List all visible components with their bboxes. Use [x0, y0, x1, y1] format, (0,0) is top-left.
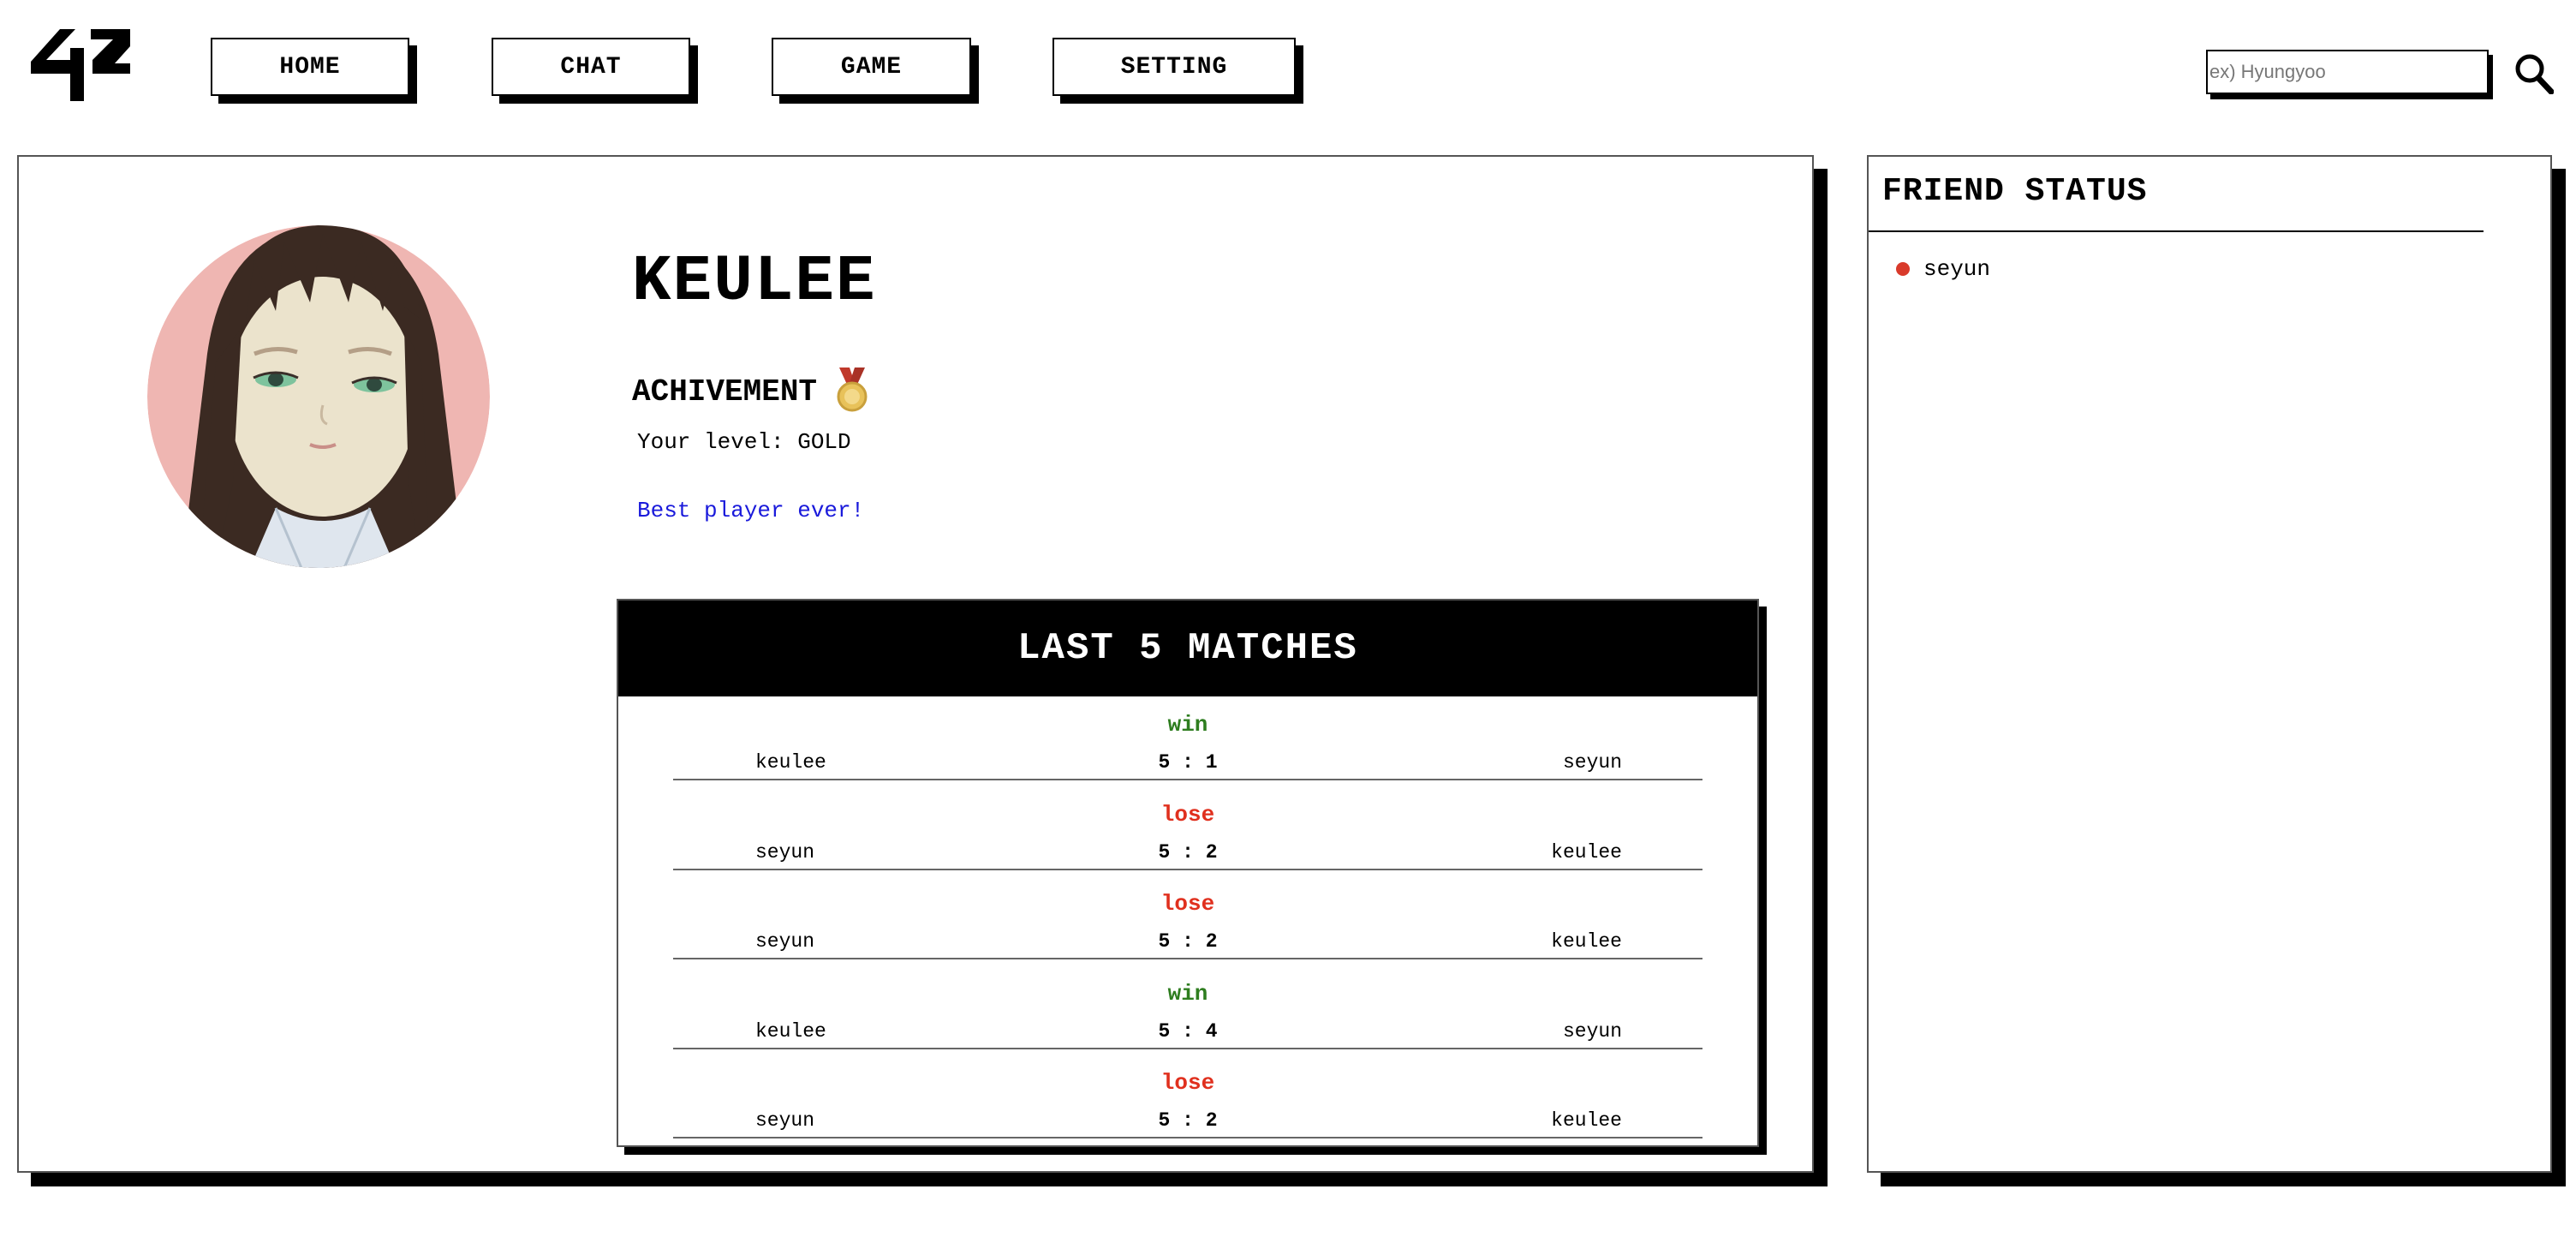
divider: [673, 958, 1702, 959]
match-list: win keulee 5 : 1 seyun lose seyun 5 : 2 …: [618, 696, 1757, 1144]
achievement-title: ACHIVEMENT: [632, 368, 872, 412]
match-row: lose seyun 5 : 2 keulee: [618, 786, 1757, 876]
match-row: win keulee 5 : 4 seyun: [618, 965, 1757, 1055]
friend-status-panel: FRIEND STATUS seyun: [1867, 155, 2552, 1173]
medal-icon: [837, 368, 868, 412]
achievement-label: ACHIVEMENT: [632, 374, 818, 409]
search-icon[interactable]: [2514, 53, 2554, 94]
match-result: win: [1167, 980, 1208, 1007]
logo-42[interactable]: [31, 29, 130, 101]
nav-chat-button[interactable]: CHAT: [492, 38, 690, 96]
divider: [673, 1047, 1702, 1049]
friend-status-title: FRIEND STATUS: [1882, 173, 2148, 210]
match-row: lose seyun 5 : 2 keulee: [618, 875, 1757, 965]
match-result: lose: [1160, 891, 1215, 917]
nav-setting-button[interactable]: SETTING: [1052, 38, 1296, 96]
nav-game-button[interactable]: GAME: [772, 38, 971, 96]
search-input[interactable]: [2206, 50, 2489, 94]
tagline: Best player ever!: [637, 498, 865, 523]
friend-item[interactable]: seyun: [1896, 256, 1990, 282]
match-result: lose: [1160, 1070, 1215, 1096]
matches-card: LAST 5 MATCHES win keulee 5 : 1 seyun lo…: [617, 599, 1759, 1147]
match-result: lose: [1160, 801, 1215, 828]
divider: [673, 868, 1702, 870]
divider: [673, 779, 1702, 780]
friend-name: seyun: [1923, 256, 1991, 282]
divider: [1869, 230, 2484, 232]
match-player-right: keulee: [1551, 1109, 1622, 1132]
match-player-right: keulee: [1551, 840, 1622, 864]
match-row: lose seyun 5 : 2 keulee: [618, 1055, 1757, 1144]
match-row: win keulee 5 : 1 seyun: [618, 696, 1757, 786]
level-text: Your level: GOLD: [637, 429, 851, 455]
match-player-right: seyun: [1562, 751, 1622, 774]
avatar: [147, 225, 490, 568]
profile-panel: KEULEE ACHIVEMENT Your level: GOLD Best …: [17, 155, 1814, 1173]
nav-home-button[interactable]: HOME: [211, 38, 409, 96]
username: KEULEE: [632, 245, 877, 319]
status-dot-icon: [1896, 262, 1910, 276]
match-result: win: [1167, 712, 1208, 738]
divider: [673, 1137, 1702, 1138]
match-player-right: keulee: [1551, 930, 1622, 953]
match-player-right: seyun: [1562, 1019, 1622, 1043]
matches-title: LAST 5 MATCHES: [618, 601, 1757, 696]
